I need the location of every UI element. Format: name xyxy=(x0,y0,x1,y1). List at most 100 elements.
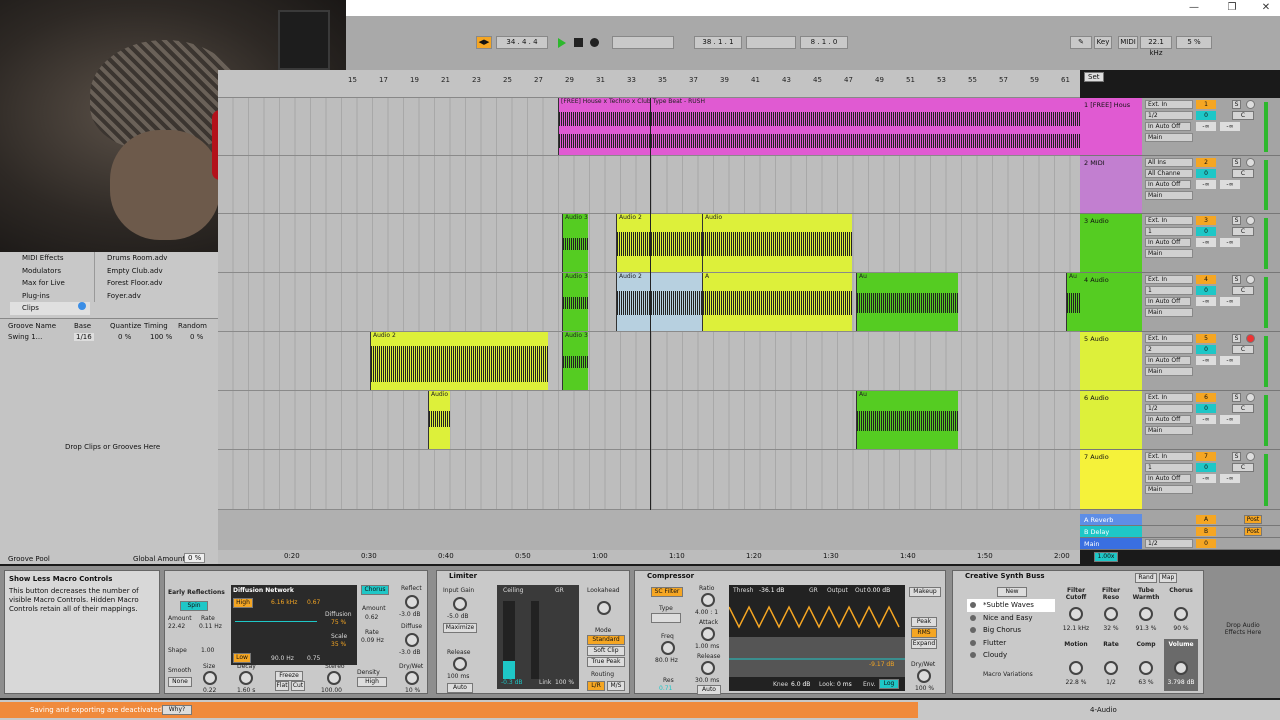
input-channel-select[interactable]: 1 xyxy=(1145,227,1193,236)
info-icon[interactable] xyxy=(78,302,86,310)
post-button[interactable]: Post xyxy=(1244,527,1262,536)
pan-field[interactable]: -∞ xyxy=(1220,474,1240,483)
arm-button[interactable] xyxy=(1246,275,1255,284)
global-amount-value[interactable]: 0 % xyxy=(184,553,206,563)
audio-clip[interactable]: A xyxy=(702,273,852,331)
monitor-toggle[interactable]: In Auto Off xyxy=(1145,474,1191,483)
peak-button[interactable]: Peak xyxy=(911,617,937,627)
freeze-button[interactable]: Freeze xyxy=(275,671,303,681)
monitor-toggle[interactable]: In Auto Off xyxy=(1145,122,1191,131)
track-header[interactable]: 4 Audio xyxy=(1080,273,1142,331)
track-header[interactable]: 2 MIDI xyxy=(1080,156,1142,213)
arm-button[interactable] xyxy=(1246,100,1255,109)
thresh-value[interactable]: -36.1 dB xyxy=(759,587,784,594)
crossfade-button[interactable]: C xyxy=(1232,169,1254,178)
density-select[interactable]: High xyxy=(357,677,387,687)
macro-control[interactable]: Filter Cutoff 12.1 kHz xyxy=(1059,585,1093,637)
lane-track-7[interactable] xyxy=(218,450,1080,510)
record-icon[interactable] xyxy=(590,38,599,47)
scale-value[interactable]: 35 % xyxy=(331,641,346,648)
new-variation-button[interactable]: New xyxy=(997,587,1027,597)
lane-track-3[interactable]: Audio 3 Audio 2 Audio xyxy=(218,214,1080,273)
output-select[interactable]: Main xyxy=(1145,249,1193,258)
output-select[interactable]: Main xyxy=(1145,191,1193,200)
chorus-toggle[interactable]: Chorus xyxy=(361,585,389,595)
playhead[interactable] xyxy=(650,98,651,510)
return-header[interactable]: B Delay xyxy=(1080,526,1142,537)
expand-button[interactable]: Expand xyxy=(911,639,937,649)
input-channel-select[interactable]: 2 xyxy=(1145,345,1193,354)
macro-variation-item[interactable]: *Subtle Waves xyxy=(967,599,1055,612)
song-position[interactable]: 34 . 4 . 4 xyxy=(496,36,548,49)
input-type-select[interactable]: Ext. In xyxy=(1145,334,1193,343)
audio-clip[interactable]: Au xyxy=(856,391,958,449)
output-select[interactable]: Main xyxy=(1145,308,1193,317)
macro-control[interactable]: Filter Reso 32 % xyxy=(1094,585,1128,637)
crossfade-button[interactable]: C xyxy=(1232,404,1254,413)
pan-field[interactable]: -∞ xyxy=(1220,238,1240,247)
play-icon[interactable] xyxy=(558,38,566,48)
volume-meter[interactable]: -∞ xyxy=(1196,356,1216,365)
decay-knob[interactable] xyxy=(239,671,253,685)
ms-button[interactable]: M/S xyxy=(607,681,625,691)
track-activator[interactable]: 4 xyxy=(1196,275,1216,284)
arm-button[interactable] xyxy=(1246,158,1255,167)
ceiling-value[interactable]: -0.3 dB xyxy=(501,679,523,686)
monitor-toggle[interactable]: In Auto Off xyxy=(1145,180,1191,189)
groove-row-base[interactable]: 1/16 xyxy=(74,333,94,341)
spin-toggle[interactable]: Spin xyxy=(180,601,208,611)
macro-knob[interactable] xyxy=(1174,607,1188,621)
macro-knob[interactable] xyxy=(1069,607,1083,621)
size-knob[interactable] xyxy=(203,671,217,685)
crossfade-button[interactable]: C xyxy=(1232,286,1254,295)
crossfade-button[interactable]: C xyxy=(1232,227,1254,236)
high-q[interactable]: 0.67 xyxy=(307,599,320,606)
ratio-knob[interactable] xyxy=(701,593,715,607)
close-button[interactable]: ✕ xyxy=(1256,2,1276,13)
input-channel-select[interactable]: 1/2 xyxy=(1145,404,1193,413)
volume-meter[interactable]: -∞ xyxy=(1196,122,1216,131)
comp-auto-button[interactable]: Auto xyxy=(697,685,721,695)
mode-standard[interactable]: Standard xyxy=(587,635,625,645)
groove-row-name[interactable]: Swing 1... xyxy=(8,333,42,341)
browser-plugins[interactable]: Plug-ins xyxy=(10,290,90,303)
volume-meter[interactable]: -∞ xyxy=(1196,415,1216,424)
input-channel-select[interactable]: All Channe xyxy=(1145,169,1193,178)
pan-field[interactable]: -∞ xyxy=(1220,122,1240,131)
macro-control[interactable]: Chorus 90 % xyxy=(1164,585,1198,637)
arrangement-ruler[interactable]: 15 17 19 21 23 25 27 29 31 33 35 37 39 41 43 45 47 49 51 53… xyxy=(218,70,1080,98)
macro-control[interactable]: Volume 3.798 dB xyxy=(1164,639,1198,691)
track-activator[interactable]: 7 xyxy=(1196,452,1216,461)
arm-button[interactable] xyxy=(1246,216,1255,225)
look-value[interactable]: 0 ms xyxy=(837,681,852,688)
solo-button[interactable]: S xyxy=(1232,393,1241,402)
map-button[interactable]: Map xyxy=(1159,573,1177,583)
input-channel-select[interactable]: 1 xyxy=(1145,463,1193,472)
return-header[interactable]: Main xyxy=(1080,538,1142,549)
audio-clip[interactable]: Audio xyxy=(428,391,450,449)
macro-knob[interactable] xyxy=(1104,661,1118,675)
track-header[interactable]: 5 Audio xyxy=(1080,332,1142,390)
pencil-icon[interactable]: ✎ xyxy=(1070,36,1092,49)
tap-button[interactable]: ◀▶ xyxy=(476,36,492,49)
macro-control[interactable]: Rate 1/2 xyxy=(1094,639,1128,691)
file-item[interactable]: Drums Room.adv xyxy=(95,252,212,265)
input-type-select[interactable]: Ext. In xyxy=(1145,393,1193,402)
track-activator[interactable]: 3 xyxy=(1196,216,1216,225)
crossfade-button[interactable]: C xyxy=(1232,345,1254,354)
macro-control[interactable]: Tube Warmth 91.3 % xyxy=(1129,585,1163,637)
volume-field[interactable]: 0 xyxy=(1196,227,1216,236)
auto-release-button[interactable]: Auto xyxy=(447,683,473,693)
lane-track-5[interactable]: Audio 2 Audio 3 xyxy=(218,332,1080,391)
release-knob[interactable] xyxy=(453,657,467,671)
arrangement-view[interactable]: [FREE] House x Techno x Club Type Beat -… xyxy=(218,98,1080,510)
comp-drywet-knob[interactable] xyxy=(917,669,931,683)
diffusion-graph[interactable]: Diffusion Network High 6.16 kHz 0.67 Low… xyxy=(231,585,357,665)
output-select[interactable]: Main xyxy=(1145,367,1193,376)
audio-clip[interactable]: Au xyxy=(1066,273,1080,331)
audio-clip[interactable]: Audio 3 xyxy=(562,214,588,272)
pan-field[interactable]: -∞ xyxy=(1220,356,1240,365)
audio-clip[interactable]: Audio 3 xyxy=(562,332,588,390)
input-type-select[interactable]: Ext. In xyxy=(1145,216,1193,225)
solo-button[interactable]: S xyxy=(1232,452,1241,461)
